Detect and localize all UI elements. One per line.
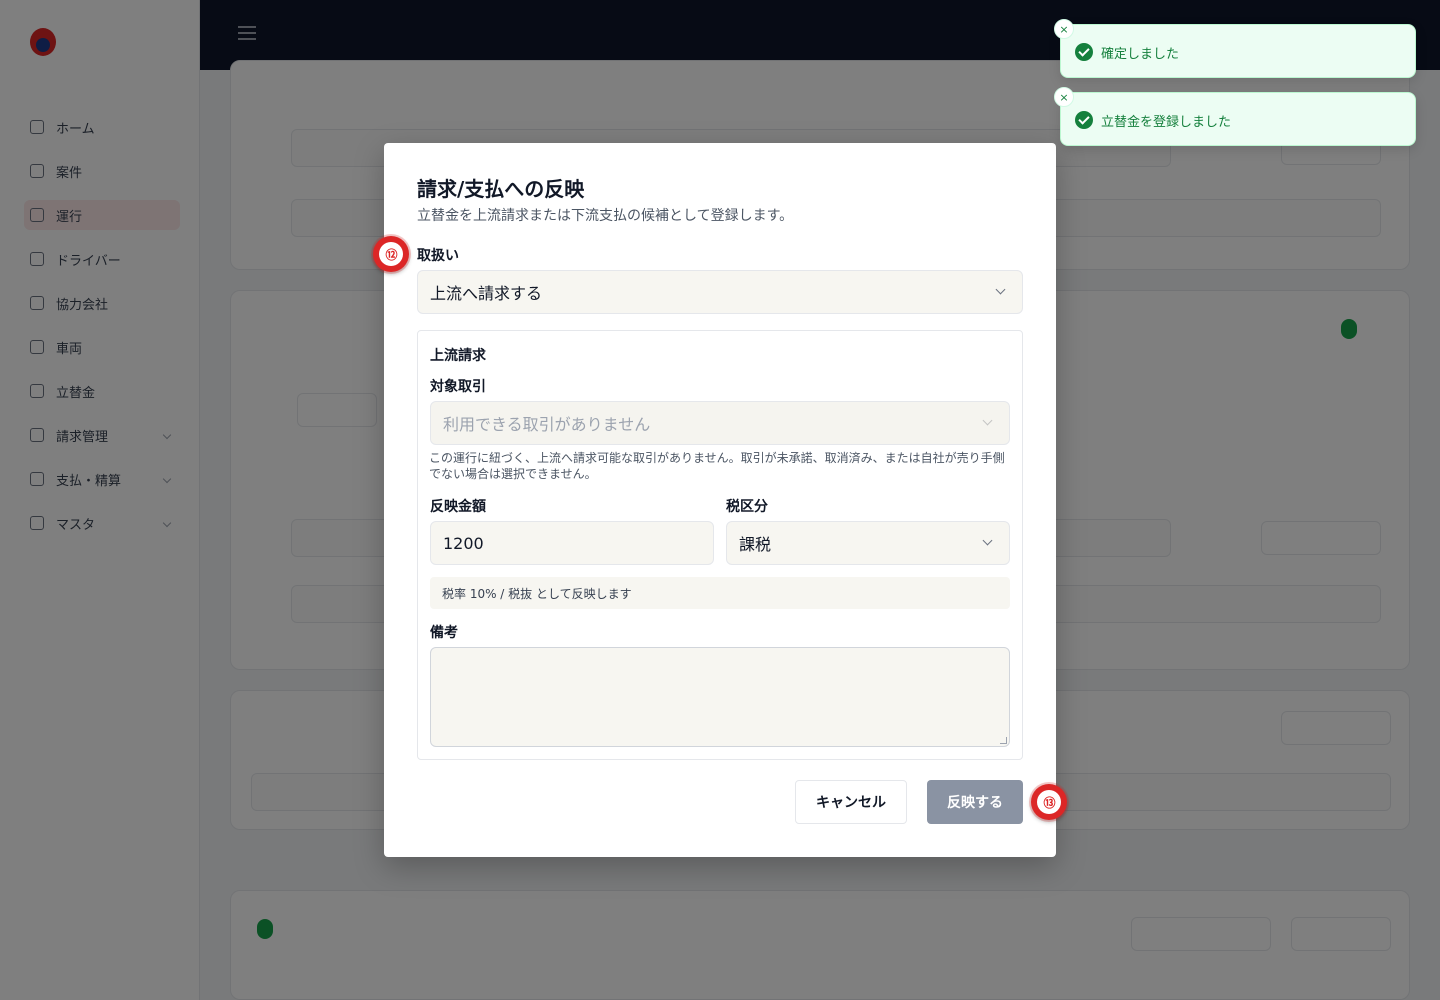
amount-input[interactable]: 1200 [430,521,714,565]
check-circle-icon [1075,111,1093,129]
tax-category-value: 課税 [739,535,772,554]
step-marker-13: ⑬ [1031,784,1067,820]
cancel-button[interactable]: キャンセル [795,780,907,824]
apply-button[interactable]: 反映する [927,780,1023,824]
target-transaction-help: この運行に紐づく、上流へ請求可能な取引がありません。取引が未承諾、取消済み、また… [429,451,1005,481]
note-label: 備考 [430,625,458,641]
handling-label: 取扱い [417,248,459,264]
toast-message: 立替金を登録しました [1101,115,1232,130]
handling-select[interactable]: 上流へ請求する [417,270,1023,314]
close-icon[interactable]: × [1054,19,1074,39]
target-transaction-placeholder: 利用できる取引がありません [443,415,651,434]
chevron-down-icon [982,535,993,546]
amount-value: 1200 [443,533,484,553]
toast-message: 確定しました [1101,47,1180,62]
note-textarea[interactable] [430,647,1010,747]
step-marker-12-label: ⑫ [379,242,403,266]
toast-confirmed: × 確定しました [1054,19,1416,78]
step-marker-13-label: ⑬ [1037,790,1061,814]
dialog-description: 立替金を上流請求または下流支払の候補として登録します。 [417,208,794,224]
target-transaction-label: 対象取引 [430,379,486,395]
target-transaction-select[interactable]: 利用できる取引がありません [430,401,1010,445]
toast-registered: × 立替金を登録しました [1054,87,1416,146]
chevron-down-icon [982,415,993,426]
chevron-down-icon [995,284,1006,295]
tax-category-select[interactable]: 課税 [726,521,1010,565]
dialog-title: 請求/支払への反映 [417,177,585,201]
amount-label: 反映金額 [430,499,486,515]
section-title: 上流請求 [430,348,486,364]
tax-category-label: 税区分 [726,499,768,515]
handling-select-value: 上流へ請求する [430,284,543,303]
step-marker-12: ⑫ [373,236,409,272]
tax-info: 税率 10% / 税抜 として反映します [430,577,1010,609]
close-icon[interactable]: × [1054,87,1074,107]
reflect-dialog: 請求/支払への反映 立替金を上流請求または下流支払の候補として登録します。 取扱… [384,143,1056,857]
check-circle-icon [1075,43,1093,61]
